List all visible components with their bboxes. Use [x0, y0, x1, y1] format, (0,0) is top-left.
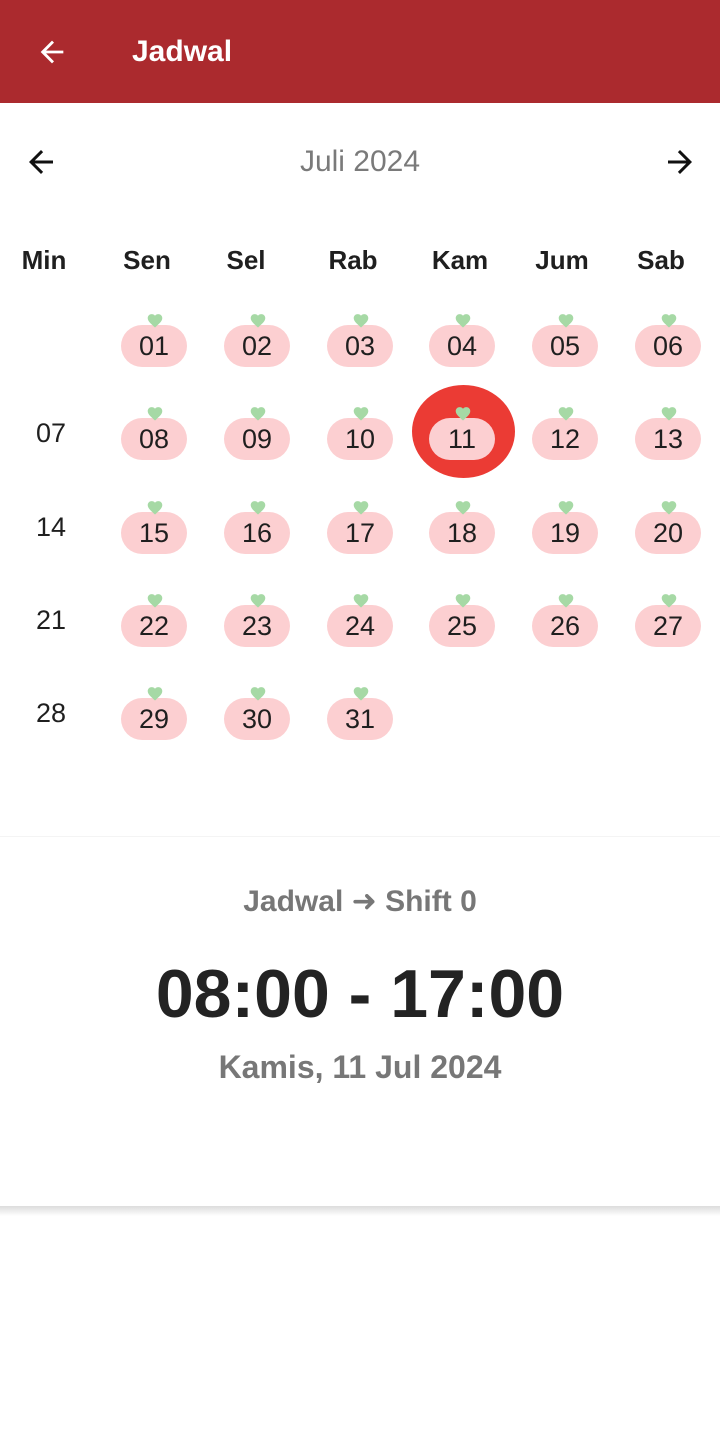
heart-icon — [661, 594, 677, 608]
day-number: 25 — [429, 605, 495, 647]
calendar-day[interactable]: 14 — [1, 487, 101, 567]
day-number: 26 — [532, 605, 598, 647]
heart-icon — [353, 594, 369, 608]
heart-icon — [455, 407, 471, 421]
day-number: 23 — [224, 605, 290, 647]
heart-icon — [661, 501, 677, 515]
day-number: 24 — [327, 605, 393, 647]
day-number: 12 — [532, 418, 598, 460]
calendar-grid: 01 02 03 04 05 06 07 08 09 10 11 12 13 14 15 16 17 18 19 20… — [0, 0, 720, 800]
calendar-day[interactable]: 02 — [207, 300, 307, 380]
calendar-day[interactable]: 12 — [515, 393, 615, 473]
calendar-day[interactable]: 24 — [310, 580, 410, 660]
day-number: 29 — [121, 698, 187, 740]
heart-icon — [558, 407, 574, 421]
calendar-day[interactable]: 05 — [515, 300, 615, 380]
day-number: 20 — [635, 512, 701, 554]
day-number: 18 — [429, 512, 495, 554]
heart-icon — [661, 314, 677, 328]
calendar-day[interactable]: 22 — [104, 580, 204, 660]
day-number: 07 — [35, 418, 67, 448]
day-number: 16 — [224, 512, 290, 554]
calendar-day[interactable]: 23 — [207, 580, 307, 660]
heart-icon — [147, 687, 163, 701]
day-number: 04 — [429, 325, 495, 367]
day-number: 09 — [224, 418, 290, 460]
calendar-day[interactable]: 27 — [618, 580, 718, 660]
day-number: 27 — [635, 605, 701, 647]
day-number: 11 — [429, 418, 495, 460]
heart-icon — [250, 594, 266, 608]
day-number: 14 — [35, 512, 67, 542]
heart-icon — [250, 501, 266, 515]
calendar-day[interactable]: 26 — [515, 580, 615, 660]
heart-icon — [147, 314, 163, 328]
calendar-day[interactable]: 17 — [310, 487, 410, 567]
panel-shadow — [0, 1206, 720, 1216]
day-number: 10 — [327, 418, 393, 460]
calendar-day[interactable]: 31 — [310, 673, 410, 753]
calendar-day[interactable]: 13 — [618, 393, 718, 473]
day-number: 28 — [35, 698, 67, 728]
day-number: 15 — [121, 512, 187, 554]
calendar-day[interactable]: 19 — [515, 487, 615, 567]
calendar-day[interactable]: 28 — [1, 673, 101, 753]
heart-icon — [353, 314, 369, 328]
heart-icon — [353, 501, 369, 515]
day-number: 02 — [224, 325, 290, 367]
day-number: 03 — [327, 325, 393, 367]
day-number: 21 — [35, 605, 67, 635]
heart-icon — [353, 687, 369, 701]
shift-label: Jadwal ➜ Shift 0 — [243, 885, 477, 918]
calendar-day[interactable]: 09 — [207, 393, 307, 473]
calendar-day[interactable]: 30 — [207, 673, 307, 753]
heart-icon — [558, 501, 574, 515]
heart-icon — [455, 594, 471, 608]
heart-icon — [250, 407, 266, 421]
calendar-day[interactable]: 15 — [104, 487, 204, 567]
day-number: 06 — [635, 325, 701, 367]
heart-icon — [558, 314, 574, 328]
calendar-day[interactable]: 04 — [412, 300, 512, 380]
day-number: 13 — [635, 418, 701, 460]
calendar-day-selected[interactable]: 11 — [412, 385, 515, 478]
day-number: 22 — [121, 605, 187, 647]
calendar-day[interactable]: 06 — [618, 300, 718, 380]
heart-icon — [353, 407, 369, 421]
day-number: 31 — [327, 698, 393, 740]
day-number: 01 — [121, 325, 187, 367]
heart-icon — [661, 407, 677, 421]
calendar-day[interactable]: 18 — [412, 487, 512, 567]
heart-icon — [250, 687, 266, 701]
heart-icon — [147, 501, 163, 515]
heart-icon — [558, 594, 574, 608]
heart-icon — [147, 407, 163, 421]
day-number: 08 — [121, 418, 187, 460]
calendar-day[interactable]: 03 — [310, 300, 410, 380]
day-number: 30 — [224, 698, 290, 740]
heart-icon — [250, 314, 266, 328]
day-number: 17 — [327, 512, 393, 554]
calendar-day[interactable]: 21 — [1, 580, 101, 660]
calendar-day[interactable]: 01 — [104, 300, 204, 380]
day-number: 19 — [532, 512, 598, 554]
heart-icon — [455, 501, 471, 515]
calendar-day[interactable]: 16 — [207, 487, 307, 567]
calendar-day[interactable]: 07 — [1, 393, 101, 473]
heart-icon — [147, 594, 163, 608]
calendar-day[interactable]: 25 — [412, 580, 512, 660]
calendar-day[interactable]: 10 — [310, 393, 410, 473]
shift-date: Kamis, 11 Jul 2024 — [218, 1049, 502, 1085]
heart-icon — [455, 314, 471, 328]
shift-time: 08:00 - 17:00 — [155, 956, 565, 1032]
calendar-day[interactable]: 20 — [618, 487, 718, 567]
calendar-day[interactable]: 29 — [104, 673, 204, 753]
day-number: 05 — [532, 325, 598, 367]
calendar-day[interactable]: 08 — [104, 393, 204, 473]
